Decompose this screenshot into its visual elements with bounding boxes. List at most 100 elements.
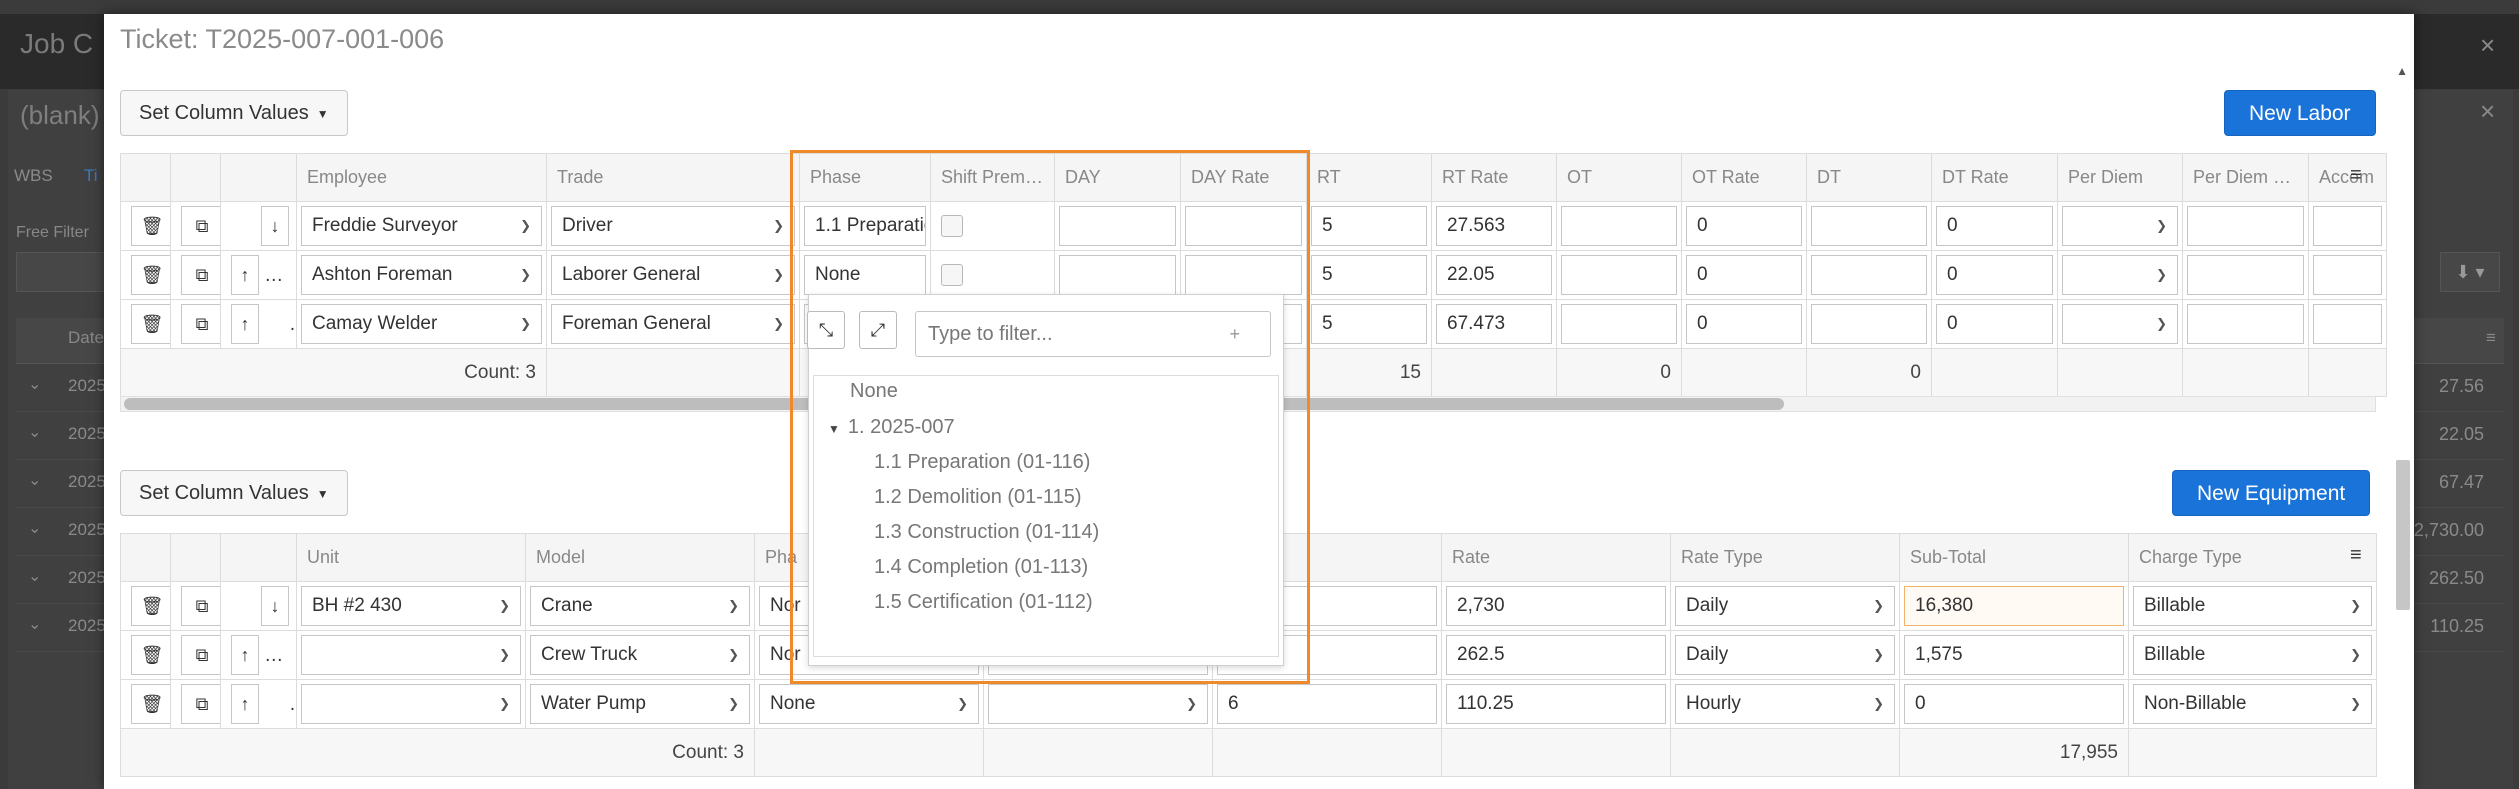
labor-column-menu-icon[interactable]: ≡ (2350, 164, 2362, 187)
phase-option[interactable]: 1.3 Construction (01-114) (874, 521, 1099, 544)
chevron-down-icon[interactable]: ❯ (1873, 685, 1884, 723)
trade-select[interactable]: Driver ❯ (551, 206, 795, 246)
col-rt-rate[interactable]: RT Rate (1431, 153, 1557, 202)
dt-rate-input[interactable]: 0 (1936, 255, 2053, 295)
trash-icon[interactable]: 🗑 (131, 684, 170, 724)
new-labor-button[interactable]: New Labor (2224, 90, 2376, 136)
chevron-down-icon[interactable]: ❯ (773, 305, 784, 343)
trash-icon[interactable]: 🗑 (131, 206, 170, 246)
per-diem-select[interactable]: ❯ (2062, 206, 2178, 246)
rt-input[interactable]: 5 (1311, 255, 1427, 295)
unit-select[interactable]: ❯ (301, 684, 521, 724)
arrow-up-icon[interactable]: ↑ (231, 684, 259, 724)
phase-option[interactable]: 1.1 Preparation (01-116) (874, 451, 1090, 474)
arrow-down-icon[interactable]: ↓ (264, 255, 293, 295)
chevron-down-icon[interactable]: ❯ (499, 587, 510, 625)
equipment-set-column-values-button[interactable]: Set Column Values ▼ (120, 470, 348, 516)
trash-icon[interactable]: 🗑 (131, 304, 170, 344)
employee-select[interactable]: Freddie Surveyor ❯ (301, 206, 542, 246)
copy-icon[interactable]: ⧉ (181, 206, 220, 246)
rt-input[interactable]: 5 (1311, 304, 1427, 344)
chevron-down-icon[interactable]: ❯ (2156, 305, 2167, 343)
arrow-up-icon[interactable]: ↑ (231, 635, 259, 675)
ot-input[interactable] (1561, 304, 1677, 344)
rate-type-select[interactable]: Daily ❯ (1675, 586, 1895, 626)
employee-select[interactable]: Ashton Foreman ❯ (301, 255, 542, 295)
arrow-down-icon[interactable]: ↓ (261, 206, 289, 246)
copy-icon[interactable]: ⧉ (181, 586, 220, 626)
dt-input[interactable] (1811, 206, 1927, 246)
dt-rate-input[interactable]: 0 (1936, 206, 2053, 246)
phase-option-none[interactable]: None (850, 380, 898, 403)
chevron-down-icon[interactable]: ❯ (520, 305, 531, 343)
chevron-down-icon[interactable]: ❯ (2350, 636, 2361, 674)
copy-icon[interactable]: ⧉ (181, 255, 220, 295)
phase-option[interactable]: 1.4 Completion (01-113) (874, 556, 1088, 579)
col-employee[interactable]: Employee (296, 153, 547, 202)
copy-icon[interactable]: ⧉ (181, 684, 220, 724)
col-trade[interactable]: Trade (546, 153, 800, 202)
rt-rate-input[interactable]: 22.05 (1436, 255, 1552, 295)
trash-icon[interactable]: 🗑 (131, 255, 170, 295)
chevron-down-icon[interactable]: ❯ (2156, 256, 2167, 294)
employee-select[interactable]: Camay Welder ❯ (301, 304, 542, 344)
phase-filter-input[interactable]: Type to filter... + (915, 311, 1271, 357)
chevron-down-icon[interactable]: ❯ (773, 207, 784, 245)
col-accom[interactable]: Accom (2308, 153, 2387, 202)
chevron-down-icon[interactable]: ❯ (957, 685, 968, 723)
per-diem-rate-input[interactable] (2187, 206, 2304, 246)
copy-icon[interactable]: ⧉ (181, 304, 220, 344)
chevron-down-icon[interactable]: ❯ (520, 256, 531, 294)
dt-input[interactable] (1811, 304, 1927, 344)
modal-scrollbar-thumb[interactable] (2396, 460, 2410, 610)
phase-option-group[interactable]: ▼ 1. 2025-007 (828, 416, 955, 439)
col-unit[interactable]: Unit (296, 533, 526, 582)
sub-total-input[interactable]: 0 (1904, 684, 2124, 724)
ot-input[interactable] (1561, 206, 1677, 246)
chevron-down-icon[interactable]: ❯ (1186, 685, 1197, 723)
charge-type-select[interactable]: Billable ❯ (2133, 586, 2372, 626)
collapse-all-icon[interactable]: ⤡ (807, 311, 845, 349)
col-rate-type[interactable]: Rate Type (1670, 533, 1900, 582)
chevron-down-icon[interactable]: ❯ (499, 685, 510, 723)
scroll-up-arrow-icon[interactable]: ▲ (2396, 64, 2408, 78)
chevron-down-icon[interactable]: ❯ (520, 207, 531, 245)
ot-rate-input[interactable]: 0 (1686, 206, 1802, 246)
rate-input[interactable]: 2,730 (1446, 586, 1666, 626)
chevron-down-icon[interactable]: ❯ (2350, 587, 2361, 625)
equipment-column-menu-icon[interactable]: ≡ (2350, 544, 2362, 567)
new-equipment-button[interactable]: New Equipment (2172, 470, 2371, 516)
col-ot[interactable]: OT (1556, 153, 1682, 202)
phase-select[interactable]: None ❯ (759, 684, 979, 724)
expand-all-icon[interactable]: ⤢ (859, 311, 897, 349)
per-diem-rate-input[interactable] (2187, 304, 2304, 344)
chevron-down-icon[interactable]: ❯ (499, 636, 510, 674)
accom-input[interactable] (2313, 304, 2382, 344)
arrow-down-icon[interactable]: ↓ (261, 586, 289, 626)
rt-rate-input[interactable]: 27.563 (1436, 206, 1552, 246)
dt-input[interactable] (1811, 255, 1927, 295)
charge-type-select[interactable]: Billable ❯ (2133, 635, 2372, 675)
phase-option[interactable]: 1.2 Demolition (01-115) (874, 486, 1082, 509)
unit-select[interactable]: ❯ (301, 635, 521, 675)
phase-option[interactable]: 1.5 Certification (01-112) (874, 591, 1093, 614)
chevron-down-icon[interactable]: ❯ (773, 256, 784, 294)
model-select[interactable]: Crew Truck ❯ (530, 635, 750, 675)
col-per-diem[interactable]: Per Diem (2057, 153, 2183, 202)
accom-input[interactable] (2313, 206, 2382, 246)
dt-rate-input[interactable]: 0 (1936, 304, 2053, 344)
col-rate[interactable]: Rate (1441, 533, 1671, 582)
charge-type-select[interactable]: Non-Billable ❯ (2133, 684, 2372, 724)
chevron-down-icon[interactable]: ❯ (1873, 587, 1884, 625)
col-per-diem-rate[interactable]: Per Diem R... (2182, 153, 2309, 202)
col-ot-rate[interactable]: OT Rate (1681, 153, 1807, 202)
arrow-down-icon[interactable]: ↓ (264, 635, 293, 675)
chevron-down-icon[interactable]: ❯ (728, 685, 739, 723)
hidden-a-select[interactable]: ❯ (988, 684, 1208, 724)
per-diem-select[interactable]: ❯ (2062, 304, 2178, 344)
caret-down-icon[interactable]: ▼ (828, 422, 840, 436)
ot-input[interactable] (1561, 255, 1677, 295)
sub-total-input[interactable]: 16,380 (1904, 586, 2124, 626)
col-dt-rate[interactable]: DT Rate (1931, 153, 2058, 202)
rate-type-select[interactable]: Daily ❯ (1675, 635, 1895, 675)
